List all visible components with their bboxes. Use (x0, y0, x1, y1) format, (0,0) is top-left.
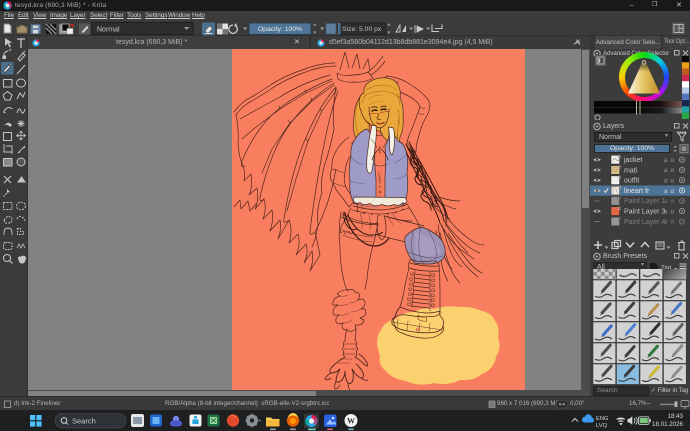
svg-text:α: α (671, 189, 675, 195)
svg-text:W: W (347, 417, 355, 426)
svg-text:a: a (664, 220, 668, 226)
svg-text:Opacity: 100%: Opacity: 100% (258, 26, 302, 33)
svg-text:α: α (671, 199, 675, 205)
svg-text:Size: 5.00 px: Size: 5.00 px (342, 26, 382, 33)
svg-text:outfit: outfit (624, 178, 639, 185)
svg-text:a: a (664, 178, 668, 184)
svg-text:jacket: jacket (623, 157, 642, 164)
svg-text:LVQ: LVQ (596, 423, 608, 429)
svg-text:lineart fr: lineart fr (624, 188, 650, 195)
svg-text:Paint Layer 1: Paint Layer 1 (624, 198, 665, 205)
svg-text:α: α (671, 178, 675, 184)
svg-text:a: a (664, 158, 668, 164)
svg-text:α: α (671, 158, 675, 164)
svg-text:α: α (671, 220, 675, 226)
svg-text:Normal: Normal (97, 27, 120, 34)
svg-text:α: α (671, 209, 675, 215)
svg-text:mati: mati (624, 167, 638, 174)
svg-text:Paint Layer 3: Paint Layer 3 (624, 209, 665, 216)
svg-text:Search: Search (72, 417, 96, 426)
svg-text:a: a (664, 168, 668, 174)
svg-text:Paint Layer 4: Paint Layer 4 (624, 219, 665, 226)
svg-text:α: α (671, 168, 675, 174)
svg-text:a: a (664, 209, 668, 215)
svg-text:a: a (664, 199, 668, 205)
svg-text:ENG: ENG (596, 416, 609, 422)
